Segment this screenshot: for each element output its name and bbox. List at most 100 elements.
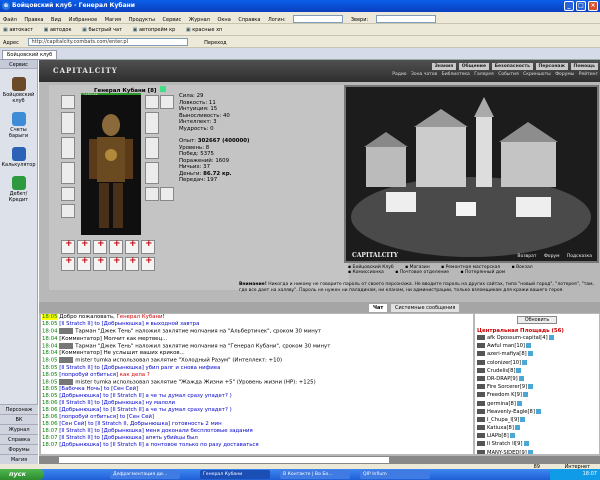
sidebar-magic[interactable]: Магия [0,454,38,464]
user-name[interactable]: Awful man [487,343,514,349]
slot-armor[interactable] [61,112,75,134]
sidebar-item-club[interactable]: Бойцовский клуб [0,77,37,104]
user-name[interactable]: Crudelis [487,368,508,374]
tab-fight-club[interactable]: Бойцовский клуб [2,50,58,60]
sidebar-item-accounts[interactable]: Счеты барыги [0,112,37,139]
menu-products[interactable]: Продукты [129,17,155,23]
sidebar-character[interactable]: Персонаж [0,404,38,414]
user-name[interactable]: Freedom K [487,392,515,398]
online-user[interactable]: I_Chupa_I[9] [475,416,599,424]
nav-security[interactable]: Безопасность [491,63,533,70]
info-icon[interactable] [527,449,533,454]
info-icon[interactable] [160,86,167,92]
user-name[interactable]: Fire Sorcerer [487,384,520,390]
user-name[interactable]: germina [487,401,509,407]
nav-help[interactable]: Помощь [570,63,598,70]
task-defrag[interactable]: Дефрагментация ди... [110,470,180,479]
sidebar-journal[interactable]: Журнал [0,424,38,434]
online-user[interactable]: Katiuxa[8] [475,424,599,432]
city-link-commission[interactable]: Комиссионка [348,270,384,275]
slot-earring[interactable] [160,95,174,109]
subnav-events[interactable]: События [498,72,518,77]
subnav-radio[interactable]: Радио [392,72,406,77]
menu-edit[interactable]: Правка [24,17,43,23]
city-forum[interactable]: Форум [544,254,560,259]
task-qip[interactable]: QIP Infium [360,470,430,479]
subnav-rating[interactable]: Рейтинг [579,72,598,77]
online-user[interactable]: Il Stratch II[9] [475,440,599,448]
slot-amulet[interactable] [145,95,159,109]
info-icon[interactable] [548,335,554,340]
city-link-post[interactable]: Почтовое отделение [395,270,449,275]
chat-input[interactable] [59,457,389,463]
chat-time[interactable]: 18:05 [42,372,58,378]
nav-knowledge[interactable]: Знания [431,63,457,70]
user-name[interactable]: Il Stratch II [487,441,515,447]
link-red-hp[interactable]: красные хп [186,27,222,33]
chat-time[interactable]: 18:07 [42,435,58,441]
slot-boots[interactable] [145,162,159,184]
slot-potion-5[interactable] [125,239,139,254]
user-name[interactable]: MANY-SIDED [487,450,519,454]
user-name[interactable]: azeri-mafiya [487,351,519,357]
nav-chat[interactable]: Общение [458,63,489,70]
city-back[interactable]: Возврат [517,254,536,259]
online-user[interactable]: Awful man[10] [475,342,599,350]
slot-gloves[interactable] [61,187,75,201]
online-user[interactable]: Crudelis[8] [475,367,599,375]
subnav-chats[interactable]: Зона чатов [411,72,437,77]
info-icon[interactable] [518,375,524,381]
slot-potion-2[interactable] [77,239,91,254]
info-icon[interactable] [516,367,522,373]
user-name[interactable]: colonizer [487,360,510,366]
online-user[interactable]: MANY-SIDED[9] [475,449,599,454]
menu-help[interactable]: Справка [238,17,260,23]
sidebar-item-calculator[interactable]: Калькулятор [0,147,37,168]
subnav-screenshots[interactable]: Скриншоты [523,72,551,77]
menu-windows[interactable]: Окна [217,17,230,23]
task-vk[interactable]: В Контакте | Во Бо... [280,470,350,479]
chat-time[interactable]: 18:04 [42,329,58,335]
chat-time[interactable]: 18:05 [42,393,58,399]
user-name[interactable]: LIAPb [487,433,501,439]
chat-time[interactable]: 18:05 [42,314,58,320]
city-map[interactable]: CAPITALCITY Возврат Форум Подсказка [344,85,599,263]
chat-time[interactable]: 18:07 [42,428,58,434]
user-name[interactable]: Heavenly-Eagle [487,409,528,415]
slot-potion-11[interactable] [125,256,139,271]
user-name[interactable]: I_Chupa_I [487,417,512,423]
slot-ring-2[interactable] [145,187,159,201]
info-icon[interactable] [527,351,533,357]
sidebar-item-debit[interactable]: Дебет/Кредит [0,176,37,203]
refresh-button[interactable]: Обновить [517,316,557,324]
slot-belt[interactable] [145,137,159,159]
slot-potion-12[interactable] [141,256,155,271]
chat-time[interactable]: 18:07 [42,442,58,448]
online-user[interactable]: azeri-mafiya[8] [475,350,599,358]
minimize-button[interactable]: _ [564,1,574,11]
slot-potion-4[interactable] [109,239,123,254]
online-user[interactable]: germina[8] [475,400,599,408]
slot-ring[interactable] [61,204,75,218]
nav-character[interactable]: Персонаж [535,63,568,70]
slot-potion-9[interactable] [93,256,107,271]
link-autodoc[interactable]: автодок [44,27,72,33]
chat-time[interactable]: 18:04 [42,350,58,356]
slot-potion-10[interactable] [109,256,123,271]
info-icon[interactable] [520,416,526,422]
info-icon[interactable] [509,433,515,439]
info-icon[interactable] [514,425,520,431]
sidebar-vk[interactable]: ВК [0,414,38,424]
user-name[interactable]: Katiuxa [487,425,507,431]
slot-potion-8[interactable] [77,256,91,271]
online-user[interactable]: Fire Sorcerer[9] [475,383,599,391]
tab-chat[interactable]: Чат [369,304,388,312]
menu-file[interactable]: Файл [3,17,17,23]
info-icon[interactable] [516,400,522,406]
user-name[interactable]: DR-DRAP [487,376,510,382]
chat-time[interactable]: 18:04 [42,336,58,342]
chat-time[interactable]: 18:06 [42,407,58,413]
user-name[interactable]: afk Opossum-capital [487,335,540,341]
sidebar-help[interactable]: Справка [0,434,38,444]
subnav-library[interactable]: Библиотека [442,72,470,77]
